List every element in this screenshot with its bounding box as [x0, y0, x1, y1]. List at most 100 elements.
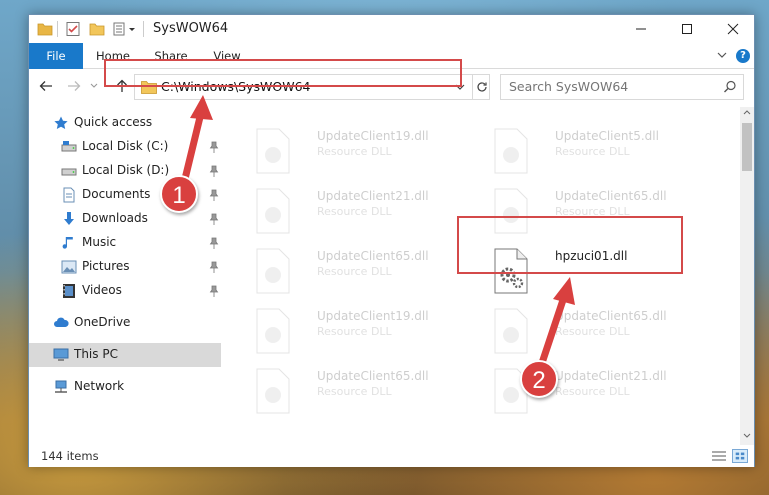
- navigation-pane: Quick access Local Disk (C:) Local Disk …: [29, 105, 223, 445]
- tiles-view-icon[interactable]: [732, 449, 748, 463]
- pin-icon[interactable]: [209, 165, 219, 177]
- drive-icon: [61, 141, 77, 152]
- scroll-thumb[interactable]: [742, 123, 752, 171]
- vertical-scrollbar[interactable]: [740, 107, 754, 445]
- details-view-icon[interactable]: [711, 449, 727, 463]
- pin-icon[interactable]: [209, 285, 219, 297]
- sidebar-item-quick-access[interactable]: Quick access: [29, 111, 221, 135]
- dll-file-icon: [494, 308, 528, 354]
- new-folder-icon[interactable]: [89, 21, 105, 37]
- file-name: UpdateClient21.dll: [555, 369, 667, 383]
- toolbar-separator: [57, 21, 58, 37]
- sidebar-item-videos[interactable]: Videos: [29, 279, 221, 303]
- chevron-up-icon: [743, 110, 751, 115]
- recent-locations-button[interactable]: [85, 78, 103, 96]
- file-name: UpdateClient65.dll: [317, 369, 429, 383]
- sidebar-item-network[interactable]: Network: [29, 375, 221, 399]
- pin-icon[interactable]: [209, 213, 219, 225]
- dll-file-icon: [256, 368, 290, 414]
- sidebar-item-label: Downloads: [82, 211, 148, 225]
- sidebar-item-label: Local Disk (C:): [82, 139, 169, 153]
- sidebar-item-label: OneDrive: [74, 315, 131, 329]
- scroll-up-button[interactable]: [740, 107, 754, 121]
- dll-file-icon: [256, 188, 290, 234]
- chevron-down-icon: [743, 433, 751, 438]
- sidebar-item-label: Local Disk (D:): [82, 163, 170, 177]
- file-item[interactable]: UpdateClient65.dll Resource DLL: [249, 363, 479, 415]
- file-name: UpdateClient65.dll: [317, 249, 429, 263]
- scroll-down-button[interactable]: [740, 431, 754, 445]
- file-list: UpdateClient19.dll Resource DLL UpdateCl…: [229, 105, 739, 445]
- pin-icon[interactable]: [209, 141, 219, 153]
- file-type: Resource DLL: [555, 145, 630, 158]
- file-item[interactable]: UpdateClient19.dll Resource DLL: [249, 123, 479, 175]
- tab-file[interactable]: File: [29, 43, 83, 69]
- minimize-icon: [636, 28, 646, 30]
- search-icon[interactable]: [723, 80, 737, 94]
- file-name: UpdateClient5.dll: [555, 129, 659, 143]
- close-icon: [727, 23, 739, 35]
- file-name: UpdateClient19.dll: [317, 129, 429, 143]
- sidebar-item-local-disk-c[interactable]: Local Disk (C:): [29, 135, 221, 159]
- pin-icon[interactable]: [209, 261, 219, 273]
- folder-icon[interactable]: [37, 21, 53, 37]
- sidebar-item-pictures[interactable]: Pictures: [29, 255, 221, 279]
- music-icon: [62, 237, 73, 249]
- customize-toolbar-icon[interactable]: [113, 21, 137, 37]
- sidebar-item-label: Music: [82, 235, 117, 249]
- file-item[interactable]: UpdateClient5.dll Resource DLL: [487, 123, 717, 175]
- minimize-button[interactable]: [618, 15, 664, 43]
- back-button[interactable]: [37, 78, 55, 96]
- drive-icon: [61, 168, 77, 176]
- file-item[interactable]: UpdateClient19.dll Resource DLL: [249, 303, 479, 355]
- refresh-icon: [476, 82, 487, 92]
- item-count: 144 items: [41, 449, 99, 463]
- close-button[interactable]: [710, 15, 756, 43]
- sidebar-item-label: Quick access: [74, 115, 153, 129]
- maximize-icon: [682, 24, 692, 34]
- file-item[interactable]: UpdateClient65.dll Resource DLL: [249, 243, 479, 295]
- sidebar-item-label: Pictures: [82, 259, 130, 273]
- arrow-right-icon: [68, 81, 81, 91]
- sidebar-item-label: Network: [74, 379, 125, 393]
- chevron-down-icon: [90, 83, 98, 88]
- search-input[interactable]: [509, 79, 709, 94]
- videos-icon: [63, 284, 75, 298]
- file-type: Resource DLL: [317, 205, 392, 218]
- file-item[interactable]: UpdateClient21.dll Resource DLL: [249, 183, 479, 235]
- file-type: Resource DLL: [317, 145, 392, 158]
- file-type: Resource DLL: [317, 265, 392, 278]
- forward-button[interactable]: [65, 78, 83, 96]
- dll-file-icon: [494, 128, 528, 174]
- pin-icon[interactable]: [209, 237, 219, 249]
- chevron-down-icon[interactable]: [715, 48, 729, 62]
- dll-file-icon: [256, 248, 290, 294]
- sidebar-item-label: Videos: [82, 283, 122, 297]
- sidebar-item-onedrive[interactable]: OneDrive: [29, 311, 221, 335]
- search-box[interactable]: [500, 74, 744, 100]
- status-bar: 144 items: [29, 445, 754, 467]
- help-icon[interactable]: ?: [736, 49, 750, 63]
- file-name: UpdateClient65.dll: [555, 189, 667, 203]
- pin-icon[interactable]: [209, 189, 219, 201]
- refresh-button[interactable]: [472, 75, 490, 99]
- dll-file-icon: [256, 128, 290, 174]
- file-item[interactable]: UpdateClient65.dll Resource DLL: [487, 303, 717, 355]
- sidebar-item-label: This PC: [74, 347, 118, 361]
- dll-file-icon: [256, 308, 290, 354]
- pictures-icon: [61, 260, 77, 274]
- toolbar-separator: [143, 21, 144, 37]
- file-type: Resource DLL: [317, 325, 392, 338]
- sidebar-item-music[interactable]: Music: [29, 231, 221, 255]
- maximize-button[interactable]: [664, 15, 710, 43]
- file-highlight: [457, 216, 683, 274]
- callout-number-1: 1: [160, 175, 198, 213]
- properties-icon[interactable]: [65, 21, 81, 37]
- cloud-icon: [54, 317, 69, 327]
- file-name: UpdateClient65.dll: [555, 309, 667, 323]
- sidebar-item-this-pc[interactable]: This PC: [29, 343, 221, 367]
- address-bar-highlight: [104, 59, 462, 87]
- file-name: UpdateClient21.dll: [317, 189, 429, 203]
- sidebar-item-downloads[interactable]: Downloads: [29, 207, 221, 231]
- star-icon: [54, 116, 68, 129]
